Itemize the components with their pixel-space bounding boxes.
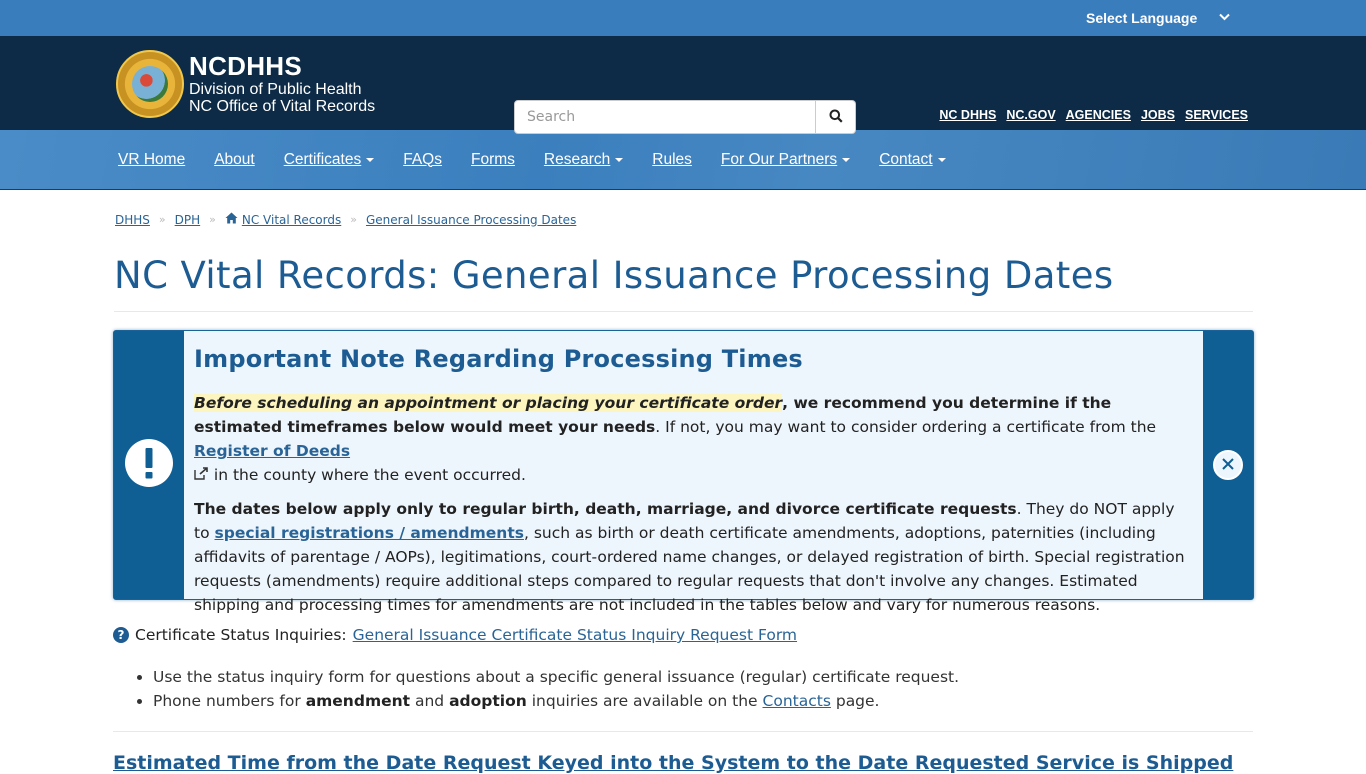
caret-down-icon	[615, 157, 624, 162]
alert-body: Important Note Regarding Processing Time…	[184, 331, 1203, 614]
logo-office: NC Office of Vital Records	[189, 98, 376, 115]
status-inquiries: ? Certificate Status Inquiries: General …	[113, 626, 797, 644]
page-title: NC Vital Records: General Issuance Proce…	[114, 254, 1114, 297]
processing-times-alert: Important Note Regarding Processing Time…	[113, 330, 1254, 614]
breadcrumb-nc-vital-records[interactable]: NC Vital Records	[242, 213, 341, 227]
nav-item-vr-home[interactable]: VR Home	[118, 151, 185, 169]
status-inquiry-form-link[interactable]: General Issuance Certificate Status Inqu…	[353, 626, 797, 644]
utility-link-jobs[interactable]: JOBS	[1141, 108, 1175, 122]
breadcrumb-separator: »	[350, 213, 357, 226]
status-label: Certificate Status Inquiries:	[135, 626, 347, 644]
caret-down-icon	[842, 157, 851, 162]
special-registrations-link[interactable]: special registrations / amendments	[215, 524, 524, 542]
home-icon	[225, 212, 238, 227]
main-nav: VR Home About Certificates FAQs Forms Re…	[0, 130, 1366, 190]
status-bullets: Use the status inquiry form for question…	[153, 665, 959, 713]
language-select[interactable]: Select Language	[1086, 0, 1236, 36]
question-circle-icon: ?	[113, 627, 129, 643]
nc-state-seal-icon	[116, 50, 184, 118]
breadcrumb-separator: »	[158, 213, 166, 226]
close-alert-button[interactable]	[1213, 450, 1243, 480]
alert-close-panel	[1203, 331, 1253, 599]
nav-item-rules[interactable]: Rules	[652, 151, 692, 169]
list-item: Phone numbers for amendment and adoption…	[153, 689, 959, 713]
alert-heading: Important Note Regarding Processing Time…	[194, 345, 803, 373]
logo-division: Division of Public Health	[189, 81, 362, 98]
breadcrumb-dph[interactable]: DPH	[175, 213, 201, 227]
search-icon	[829, 108, 843, 127]
alert-icon-panel	[114, 331, 184, 599]
utility-link-services[interactable]: SERVICES	[1185, 108, 1248, 122]
language-bar: Select Language	[0, 0, 1366, 36]
register-of-deeds-link[interactable]: Register of Deeds	[194, 442, 350, 460]
site-logo[interactable]: NCDHHS Division of Public Health NC Offi…	[116, 50, 375, 118]
section-heading[interactable]: Estimated Time from the Date Request Key…	[113, 752, 1233, 774]
alert-highlight: Before scheduling an appointment or plac…	[194, 394, 783, 412]
external-link-icon	[194, 466, 209, 484]
title-divider	[114, 311, 1253, 312]
caret-down-icon	[937, 157, 946, 162]
site-header: NCDHHS Division of Public Health NC Offi…	[0, 36, 1366, 134]
list-item: Use the status inquiry form for question…	[153, 665, 959, 689]
breadcrumb-current-page[interactable]: General Issuance Processing Dates	[366, 213, 576, 227]
logo-title: NCDHHS	[189, 51, 303, 81]
nav-item-research[interactable]: Research	[544, 151, 624, 169]
utility-link-agencies[interactable]: AGENCIES	[1066, 108, 1131, 122]
nav-item-certificates[interactable]: Certificates	[284, 151, 375, 169]
close-icon	[1221, 456, 1235, 475]
breadcrumb-separator: »	[209, 213, 216, 226]
utility-nav: NC DHHS NC.GOV AGENCIES JOBS SERVICES	[939, 108, 1248, 122]
nav-item-about[interactable]: About	[214, 151, 255, 169]
utility-link-nc-gov[interactable]: NC.GOV	[1006, 108, 1055, 122]
nav-item-for-our-partners[interactable]: For Our Partners	[721, 151, 851, 169]
language-select-label: Select Language	[1086, 10, 1198, 26]
breadcrumb-dhhs[interactable]: DHHS	[115, 213, 150, 227]
alert-paragraph-2: The dates below apply only to regular bi…	[194, 500, 1185, 614]
breadcrumb: DHHS » DPH » NC Vital Records » General …	[115, 212, 576, 227]
exclamation-icon	[125, 439, 173, 491]
contacts-link[interactable]: Contacts	[763, 692, 831, 710]
search-form	[514, 100, 856, 134]
chevron-down-icon	[1219, 13, 1230, 24]
search-input[interactable]	[514, 100, 816, 134]
nav-item-contact[interactable]: Contact	[879, 151, 946, 169]
caret-down-icon	[366, 157, 375, 162]
nav-item-faqs[interactable]: FAQs	[403, 151, 442, 169]
nav-item-forms[interactable]: Forms	[471, 151, 515, 169]
section-divider	[113, 731, 1253, 732]
search-button[interactable]	[816, 100, 856, 134]
alert-paragraph-1: Before scheduling an appointment or plac…	[194, 394, 1157, 484]
utility-link-nc-dhhs[interactable]: NC DHHS	[939, 108, 996, 122]
